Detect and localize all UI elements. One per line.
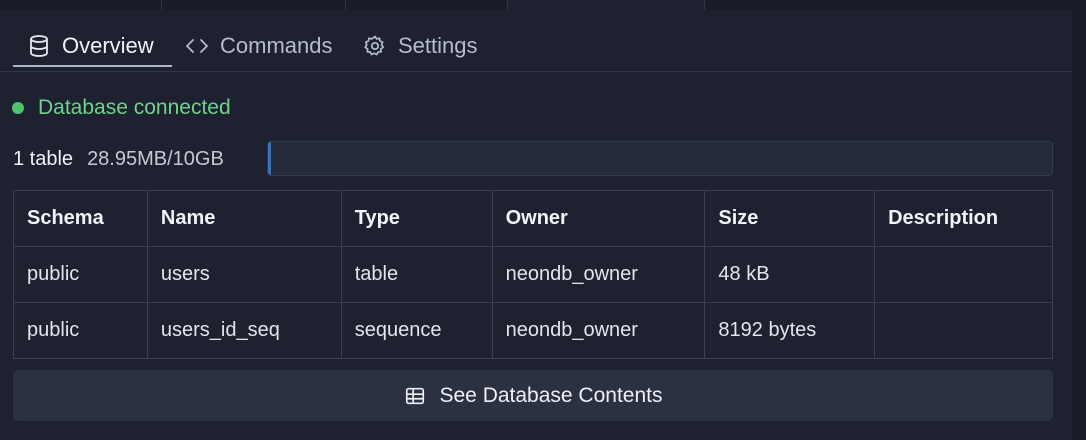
column-header-type: Type — [340, 190, 493, 247]
column-header-schema: Schema — [13, 190, 148, 247]
top-tab[interactable] — [0, 0, 162, 10]
top-tab-strip — [0, 0, 1086, 10]
table-count: 1 table — [13, 147, 74, 170]
top-tab[interactable] — [346, 0, 508, 10]
storage-usage: 1 table 28.95MB/10GB — [13, 141, 224, 177]
status-dot-icon — [12, 102, 24, 114]
tab-label: Commands — [220, 33, 333, 58]
storage-size: 28.95MB/10GB — [87, 147, 224, 170]
table-cell: users_id_seq — [146, 302, 342, 359]
active-tab-indicator — [13, 65, 172, 67]
storage-progress-bar — [267, 141, 1053, 176]
table-icon — [405, 387, 424, 404]
tab-commands[interactable]: Commands — [185, 24, 332, 68]
gear-icon — [364, 35, 385, 56]
database-objects-table: Schema Name Type Owner Size Description … — [13, 190, 1053, 359]
tab-overview[interactable]: Overview — [27, 24, 154, 68]
database-icon — [30, 35, 48, 57]
tab-label: Overview — [62, 33, 154, 58]
tab-label: Settings — [398, 33, 478, 58]
column-header-owner: Owner — [491, 190, 706, 247]
see-database-contents-button[interactable]: See Database Contents — [13, 370, 1053, 421]
column-header-name: Name — [146, 190, 342, 247]
view-tabs: Overview Commands Settings — [0, 10, 1072, 72]
table-cell: public — [13, 246, 148, 303]
table-cell: neondb_owner — [491, 246, 706, 303]
connection-status: Database connected — [12, 96, 231, 120]
table-cell — [874, 246, 1053, 303]
top-tab[interactable] — [162, 0, 346, 10]
top-tab-active[interactable] — [508, 0, 705, 10]
scrollbar[interactable] — [1072, 10, 1086, 440]
table-header-row: Schema Name Type Owner Size Description — [13, 190, 1053, 247]
code-icon — [186, 39, 208, 53]
tab-settings[interactable]: Settings — [363, 24, 478, 68]
table-cell: sequence — [340, 302, 493, 359]
table-cell — [874, 302, 1053, 359]
table-cell: 48 kB — [704, 246, 876, 303]
table-cell: neondb_owner — [491, 302, 706, 359]
table-cell: 8192 bytes — [704, 302, 876, 359]
status-text: Database connected — [38, 96, 231, 119]
table-cell: public — [13, 302, 148, 359]
table-cell: users — [146, 246, 342, 303]
table-row: public users table neondb_owner 48 kB — [13, 246, 1053, 303]
column-header-size: Size — [704, 190, 876, 247]
table-row: public users_id_seq sequence neondb_owne… — [13, 302, 1053, 359]
button-label: See Database Contents — [439, 383, 663, 407]
storage-progress-fill — [268, 142, 272, 175]
column-header-description: Description — [874, 190, 1053, 247]
table-cell: table — [340, 246, 493, 303]
